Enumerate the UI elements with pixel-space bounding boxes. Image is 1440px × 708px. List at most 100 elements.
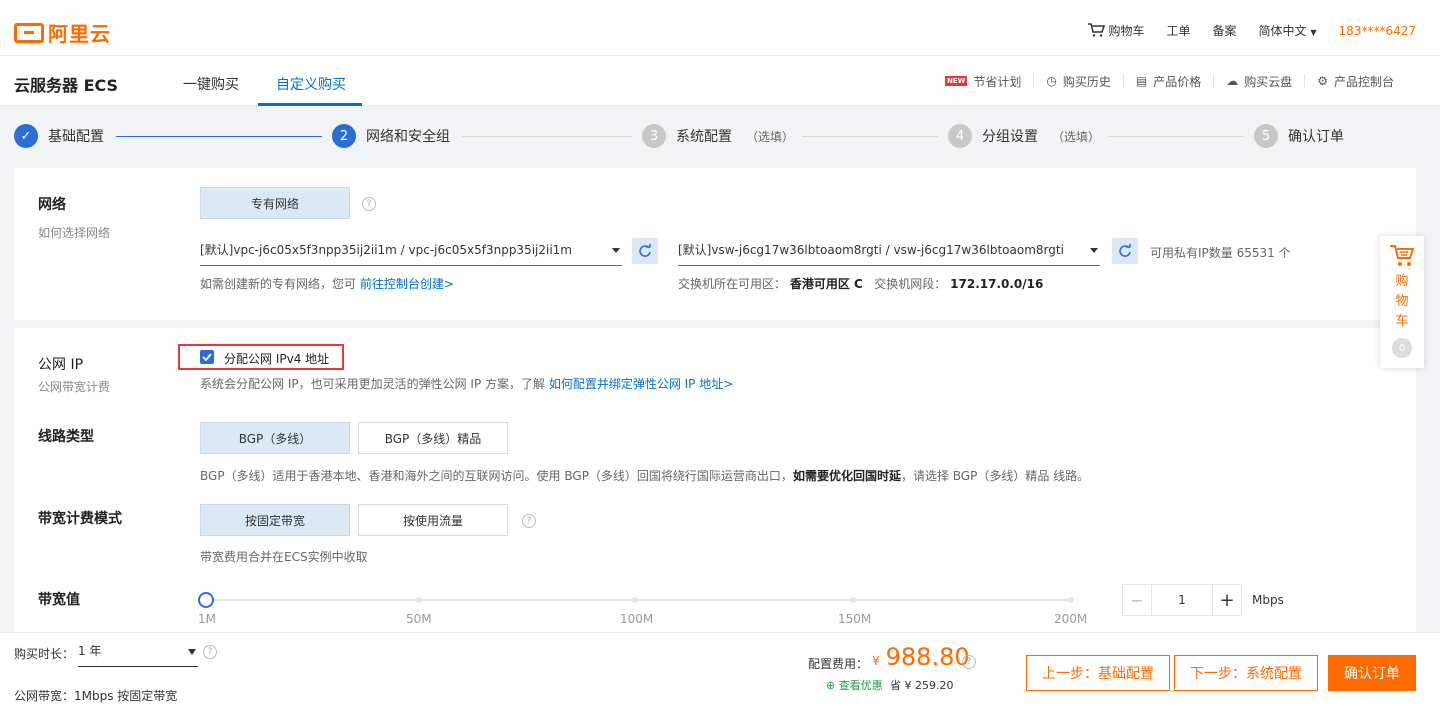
step-group-settings[interactable]: 4 分组设置 （选填） [948, 124, 1100, 148]
ticket-link[interactable]: 工单 [1167, 22, 1191, 39]
prev-step-button[interactable]: 上一步：基础配置 [1026, 655, 1170, 691]
step-number: 4 [948, 124, 972, 148]
step-network-security[interactable]: 2 网络和安全组 [332, 124, 450, 148]
step-confirm-order[interactable]: 5 确认订单 [1254, 124, 1344, 148]
discount-label: 查看优惠 [838, 679, 883, 692]
savings-plan-label: 节省计划 [973, 74, 1022, 89]
buy-disk-link[interactable]: ☁ 购买云盘 [1213, 74, 1304, 89]
public-ipv4-checkbox-label[interactable]: 分配公网 IPv4 地址 [224, 350, 329, 367]
vswitch-select[interactable]: [默认]vsw-j6cg17w36lbtoaom8rgti / vsw-j6cg… [678, 234, 1100, 266]
bandwidth-unit: Mbps [1252, 593, 1284, 607]
logo-text: 阿里云 [48, 22, 111, 46]
chevron-down-icon [1090, 248, 1098, 253]
slider-tick-dot [1068, 597, 1074, 603]
order-footer: 购买时长： 1 年 ? 公网带宽：1Mbps 按固定带宽 配置费用： ¥988.… [0, 632, 1440, 708]
create-vpc-link[interactable]: 前往控制台创建> [360, 277, 454, 291]
vpc-create-hint: 如需创建新的专有网络，您可 前往控制台创建> [200, 275, 454, 292]
vpc-type-button[interactable]: 专有网络 [200, 187, 350, 219]
available-ip-count: 可用私有IP数量 65531 个 [1150, 246, 1291, 260]
step-number: 3 [642, 124, 666, 148]
bandwidth-slider-handle[interactable] [198, 592, 214, 608]
eip-guide-link[interactable]: 如何配置并绑定弹性公网 IP 地址> [549, 377, 733, 391]
step-connector [1108, 136, 1244, 137]
slider-tick-label: 50M [406, 612, 432, 626]
cart-count-badge: 0 [1392, 338, 1412, 358]
increase-button[interactable]: + [1213, 590, 1241, 611]
product-bar: 云服务器 ECS 一键购买 自定义购买 NEW 节省计划 ◷ 购买历史 ▤ 产品价格 … [0, 56, 1440, 106]
view-discount-link[interactable]: ⊕ 查看优惠 [826, 677, 883, 693]
cidr-value: 172.17.0.0/16 [950, 277, 1044, 291]
pay-by-traffic-button[interactable]: 按使用流量 [358, 504, 508, 536]
step-number: 2 [332, 124, 356, 148]
aliyun-logo-icon [14, 22, 44, 43]
bandwidth-input[interactable]: 1 [1151, 585, 1213, 615]
cart-link[interactable]: 购物车 [1087, 22, 1145, 39]
duration-label: 购买时长： [14, 647, 75, 661]
check-icon: ✓ [14, 124, 38, 148]
bandwidth-label: 带宽值 [38, 592, 80, 608]
slider-tick-dot [850, 597, 856, 603]
aliyun-logo[interactable]: 阿里云 [14, 18, 111, 47]
currency-symbol: ¥ [872, 654, 880, 668]
language-label: 简体中文 [1258, 24, 1307, 38]
console-link[interactable]: ⚙ 产品控制台 [1304, 74, 1406, 89]
network-help-link[interactable]: 如何选择网络 [38, 224, 110, 241]
gear-icon: ⚙ [1317, 74, 1328, 88]
vpc-hint-text: 如需创建新的专有网络，您可 [200, 277, 357, 291]
public-ip-label: 公网 IP [38, 357, 84, 373]
step-connector [116, 136, 322, 137]
help-icon[interactable]: ? [522, 514, 536, 528]
slider-tick-label: 200M [1054, 612, 1088, 626]
next-step-button[interactable]: 下一步：系统配置 [1174, 655, 1318, 691]
check-icon [202, 353, 212, 362]
savings-amount: 省 ¥ 259.20 [890, 679, 954, 692]
chevron-down-icon [188, 649, 196, 655]
billing-mode-label: 带宽计费模式 [38, 511, 122, 527]
step-label: 网络和安全组 [366, 129, 450, 145]
slider-tick-dot [416, 597, 422, 603]
filing-link[interactable]: 备案 [1213, 22, 1237, 39]
chevron-down-icon [612, 248, 620, 253]
line-bgp-button[interactable]: BGP（多线） [200, 422, 350, 454]
decrease-button[interactable]: − [1123, 591, 1151, 610]
chevron-down-icon: ▼ [1310, 28, 1317, 37]
vswitch-refresh-button[interactable] [1112, 238, 1138, 264]
product-links: NEW 节省计划 ◷ 购买历史 ▤ 产品价格 ☁ 购买云盘 ⚙ 产品控制台 [933, 74, 1406, 89]
bandwidth-slider-track[interactable] [206, 599, 1072, 601]
help-icon[interactable]: ? [962, 655, 976, 669]
slider-tick-label: 150M [838, 612, 872, 626]
help-icon[interactable]: ? [203, 645, 217, 659]
duration-select[interactable]: 1 年 [78, 641, 198, 667]
cart-icon [1390, 245, 1415, 266]
buy-disk-label: 购买云盘 [1244, 74, 1293, 89]
vpc-refresh-button[interactable] [632, 238, 658, 264]
line-bgp-premium-button[interactable]: BGP（多线）精品 [358, 422, 508, 454]
product-price-link[interactable]: ▤ 产品价格 [1122, 74, 1213, 89]
floating-cart-char: 购 [1395, 274, 1409, 289]
new-badge: NEW [944, 76, 968, 86]
user-account[interactable]: 183****6427 [1339, 24, 1416, 38]
language-selector[interactable]: 简体中文 ▼ [1259, 22, 1317, 39]
tab-quick-buy[interactable]: 一键购买 [183, 74, 239, 94]
vpc-select[interactable]: [默认]vpc-j6c05x5f3npp35ij2ii1m / vpc-j6c0… [200, 234, 622, 266]
step-system-config[interactable]: 3 系统配置 （选填） [642, 124, 794, 148]
cart-label: 购物车 [1108, 24, 1145, 38]
public-ip-billing-link[interactable]: 公网带宽计费 [38, 378, 110, 395]
document-icon: ▤ [1135, 74, 1148, 88]
active-tab-indicator [258, 103, 362, 106]
floating-cart[interactable]: 购物车 0 [1380, 236, 1424, 368]
bandwidth-summary: 公网带宽：1Mbps 按固定带宽 [14, 689, 178, 703]
discount-icon: ⊕ [826, 679, 836, 692]
price-label: 配置费用： [808, 657, 869, 671]
help-icon[interactable]: ? [362, 197, 376, 211]
public-ipv4-checkbox[interactable] [200, 350, 214, 364]
confirm-order-button[interactable]: 确认订单 [1328, 655, 1416, 691]
step-basic-config[interactable]: ✓ 基础配置 [14, 124, 104, 148]
savings-plan-link[interactable]: NEW 节省计划 [933, 74, 1033, 89]
floating-cart-label: 购物车 [1395, 272, 1409, 332]
tab-custom-buy[interactable]: 自定义购买 [276, 74, 346, 94]
step-connector [462, 136, 632, 137]
top-header: 阿里云 购物车 工单 备案 简体中文 ▼ 183****6427 [0, 0, 1440, 56]
purchase-history-link[interactable]: ◷ 购买历史 [1033, 74, 1123, 89]
fixed-bandwidth-button[interactable]: 按固定带宽 [200, 504, 350, 536]
